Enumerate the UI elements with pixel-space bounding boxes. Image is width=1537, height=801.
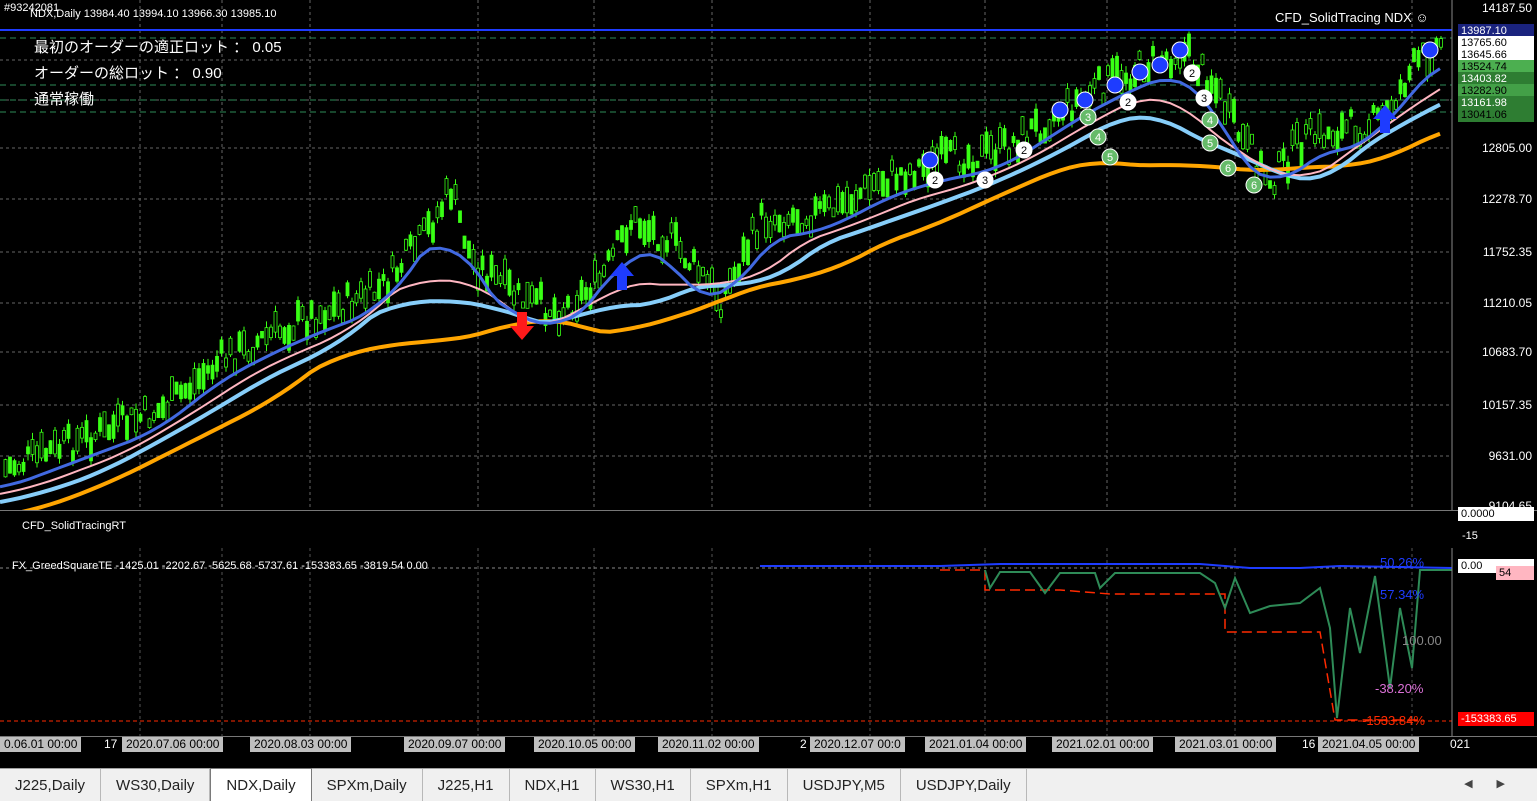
tab-j225-h1[interactable]: J225,H1 (423, 769, 510, 801)
tab-scroll-arrows[interactable]: ◀▶ (1464, 777, 1529, 790)
time-tick: 2021.04.05 00:00 (1318, 737, 1420, 752)
chart-tab-bar: J225,Daily WS30,Daily NDX,Daily SPXm,Daily J… (0, 768, 1537, 801)
price-axis-label: 11210.05 (1482, 296, 1532, 310)
price-axis-label: 10683.70 (1481, 345, 1532, 359)
order-number-badge: 5 (1101, 148, 1119, 166)
time-tick: 2020.09.07 00:00 (404, 737, 506, 752)
rt-indicator-panel (0, 510, 1537, 550)
time-tick: 2020.12.07 00:0 (810, 737, 905, 752)
ohlc-readout: NDX,Daily 13984.40 13994.10 13966.30 139… (30, 8, 277, 20)
svg-text:4: 4 (1095, 132, 1101, 144)
svg-text:6: 6 (1225, 163, 1231, 175)
order-number-badge: 2 (1015, 141, 1033, 159)
order-marker-icon (1076, 91, 1094, 109)
svg-text:2: 2 (1125, 97, 1131, 109)
time-tick: 0.06.01 00:00 (0, 737, 82, 752)
time-tick: 17 (104, 737, 118, 751)
svg-text:2: 2 (1189, 68, 1195, 80)
info-line-2: 通常稼働 (34, 91, 95, 108)
sub-tag-bottom: -153383.65 (1458, 712, 1534, 726)
order-number-badge: 2 (926, 171, 944, 189)
order-marker-icon (1151, 56, 1169, 74)
tab-ws30-daily[interactable]: WS30,Daily (101, 769, 211, 801)
pct-bottom: -1533.84% (1362, 713, 1425, 728)
time-tick: 2020.07.06 00:00 (122, 737, 224, 752)
order-number-badge: 3 (1079, 108, 1097, 126)
order-number-badge: 4 (1201, 111, 1219, 129)
order-marker-icon (921, 151, 939, 169)
order-number-badge: 5 (1201, 134, 1219, 152)
equity-subchart[interactable] (0, 548, 1537, 736)
svg-text:3: 3 (982, 175, 988, 187)
time-tick: 2021.02.01 00:00 (1052, 737, 1154, 752)
pct-top: 50.26% (1380, 555, 1425, 570)
order-marker-icon (1131, 63, 1149, 81)
order-number-badge: 4 (1089, 128, 1107, 146)
info-line-1: オーダーの総ロット ： 0.90 (34, 65, 222, 82)
tab-j225-daily[interactable]: J225,Daily (0, 769, 102, 801)
tab-spxm-daily[interactable]: SPXm,Daily (312, 769, 423, 801)
svg-text:4: 4 (1207, 115, 1213, 127)
svg-text:3: 3 (1085, 112, 1091, 124)
pct-mid1: 57.34% (1380, 587, 1425, 602)
time-tick: 2020.10.05 00:00 (534, 737, 636, 752)
order-marker-icon (1051, 101, 1069, 119)
tab-spxm-h1[interactable]: SPXm,H1 (691, 769, 788, 801)
time-tick: 2020.11.02 00:00 (658, 737, 759, 752)
tab-usdjpy-daily[interactable]: USDJPY,Daily (901, 769, 1027, 801)
order-marker-icon (1171, 41, 1189, 59)
price-axis-label: 12278.70 (1481, 192, 1532, 206)
pct-low: -38.20% (1375, 681, 1424, 696)
order-number-badge: 3 (976, 171, 994, 189)
main-price-chart[interactable]: 2 3222 34545663 (0, 0, 1537, 510)
time-tick: 2 (800, 737, 807, 751)
price-tag: 13041.06 (1458, 108, 1534, 122)
order-number-badge: 2 (1183, 64, 1201, 82)
tab-usdjpy-m5[interactable]: USDJPY,M5 (788, 769, 901, 801)
rt-indicator-value: 0.0000 (1458, 507, 1534, 521)
time-tick: 2021.03.01 00:00 (1175, 737, 1277, 752)
tab-ws30-h1[interactable]: WS30,H1 (596, 769, 691, 801)
svg-text:5: 5 (1107, 152, 1113, 164)
time-tick: 2021.01.04 00:00 (925, 737, 1027, 752)
time-tick: 2020.08.03 00:00 (250, 737, 352, 752)
order-marker-icon (1421, 41, 1439, 59)
ea-label: CFD_SolidTracing NDX ☺ (1275, 10, 1429, 25)
svg-text:2: 2 (932, 175, 938, 187)
sub-indicator-label: FX_GreedSquareTE -1425.01 -2202.67 -5625… (12, 560, 428, 572)
price-axis-label: 9631.00 (1488, 449, 1532, 463)
tab-ndx-daily[interactable]: NDX,Daily (210, 768, 312, 801)
tab-ndx-h1[interactable]: NDX,H1 (510, 769, 596, 801)
price-axis-label: 10157.35 (1481, 398, 1532, 412)
price-axis-label: 14187.50 (1481, 1, 1532, 15)
info-line-0: 最初のオーダーの適正ロット ： 0.05 (34, 39, 282, 56)
sub-tag-top2: 54 (1496, 566, 1534, 580)
order-number-badge: 6 (1245, 176, 1263, 194)
time-tick: 021 (1450, 737, 1471, 751)
order-number-badge: 6 (1219, 159, 1237, 177)
rt-indicator-label: CFD_SolidTracingRT (22, 520, 126, 532)
svg-text:6: 6 (1251, 180, 1257, 192)
rt-indicator-value2: -15 (1462, 530, 1478, 542)
price-axis-label: 12805.00 (1481, 141, 1532, 155)
price-axis-label: 11752.35 (1482, 245, 1532, 259)
order-number-badge: 3 (1195, 89, 1213, 107)
svg-text:2: 2 (1021, 145, 1027, 157)
pct-mid2: 100.00 (1402, 633, 1442, 648)
svg-text:5: 5 (1207, 138, 1213, 150)
svg-text:3: 3 (1201, 93, 1207, 105)
order-number-badge: 2 (1119, 93, 1137, 111)
order-marker-icon (1106, 76, 1124, 94)
